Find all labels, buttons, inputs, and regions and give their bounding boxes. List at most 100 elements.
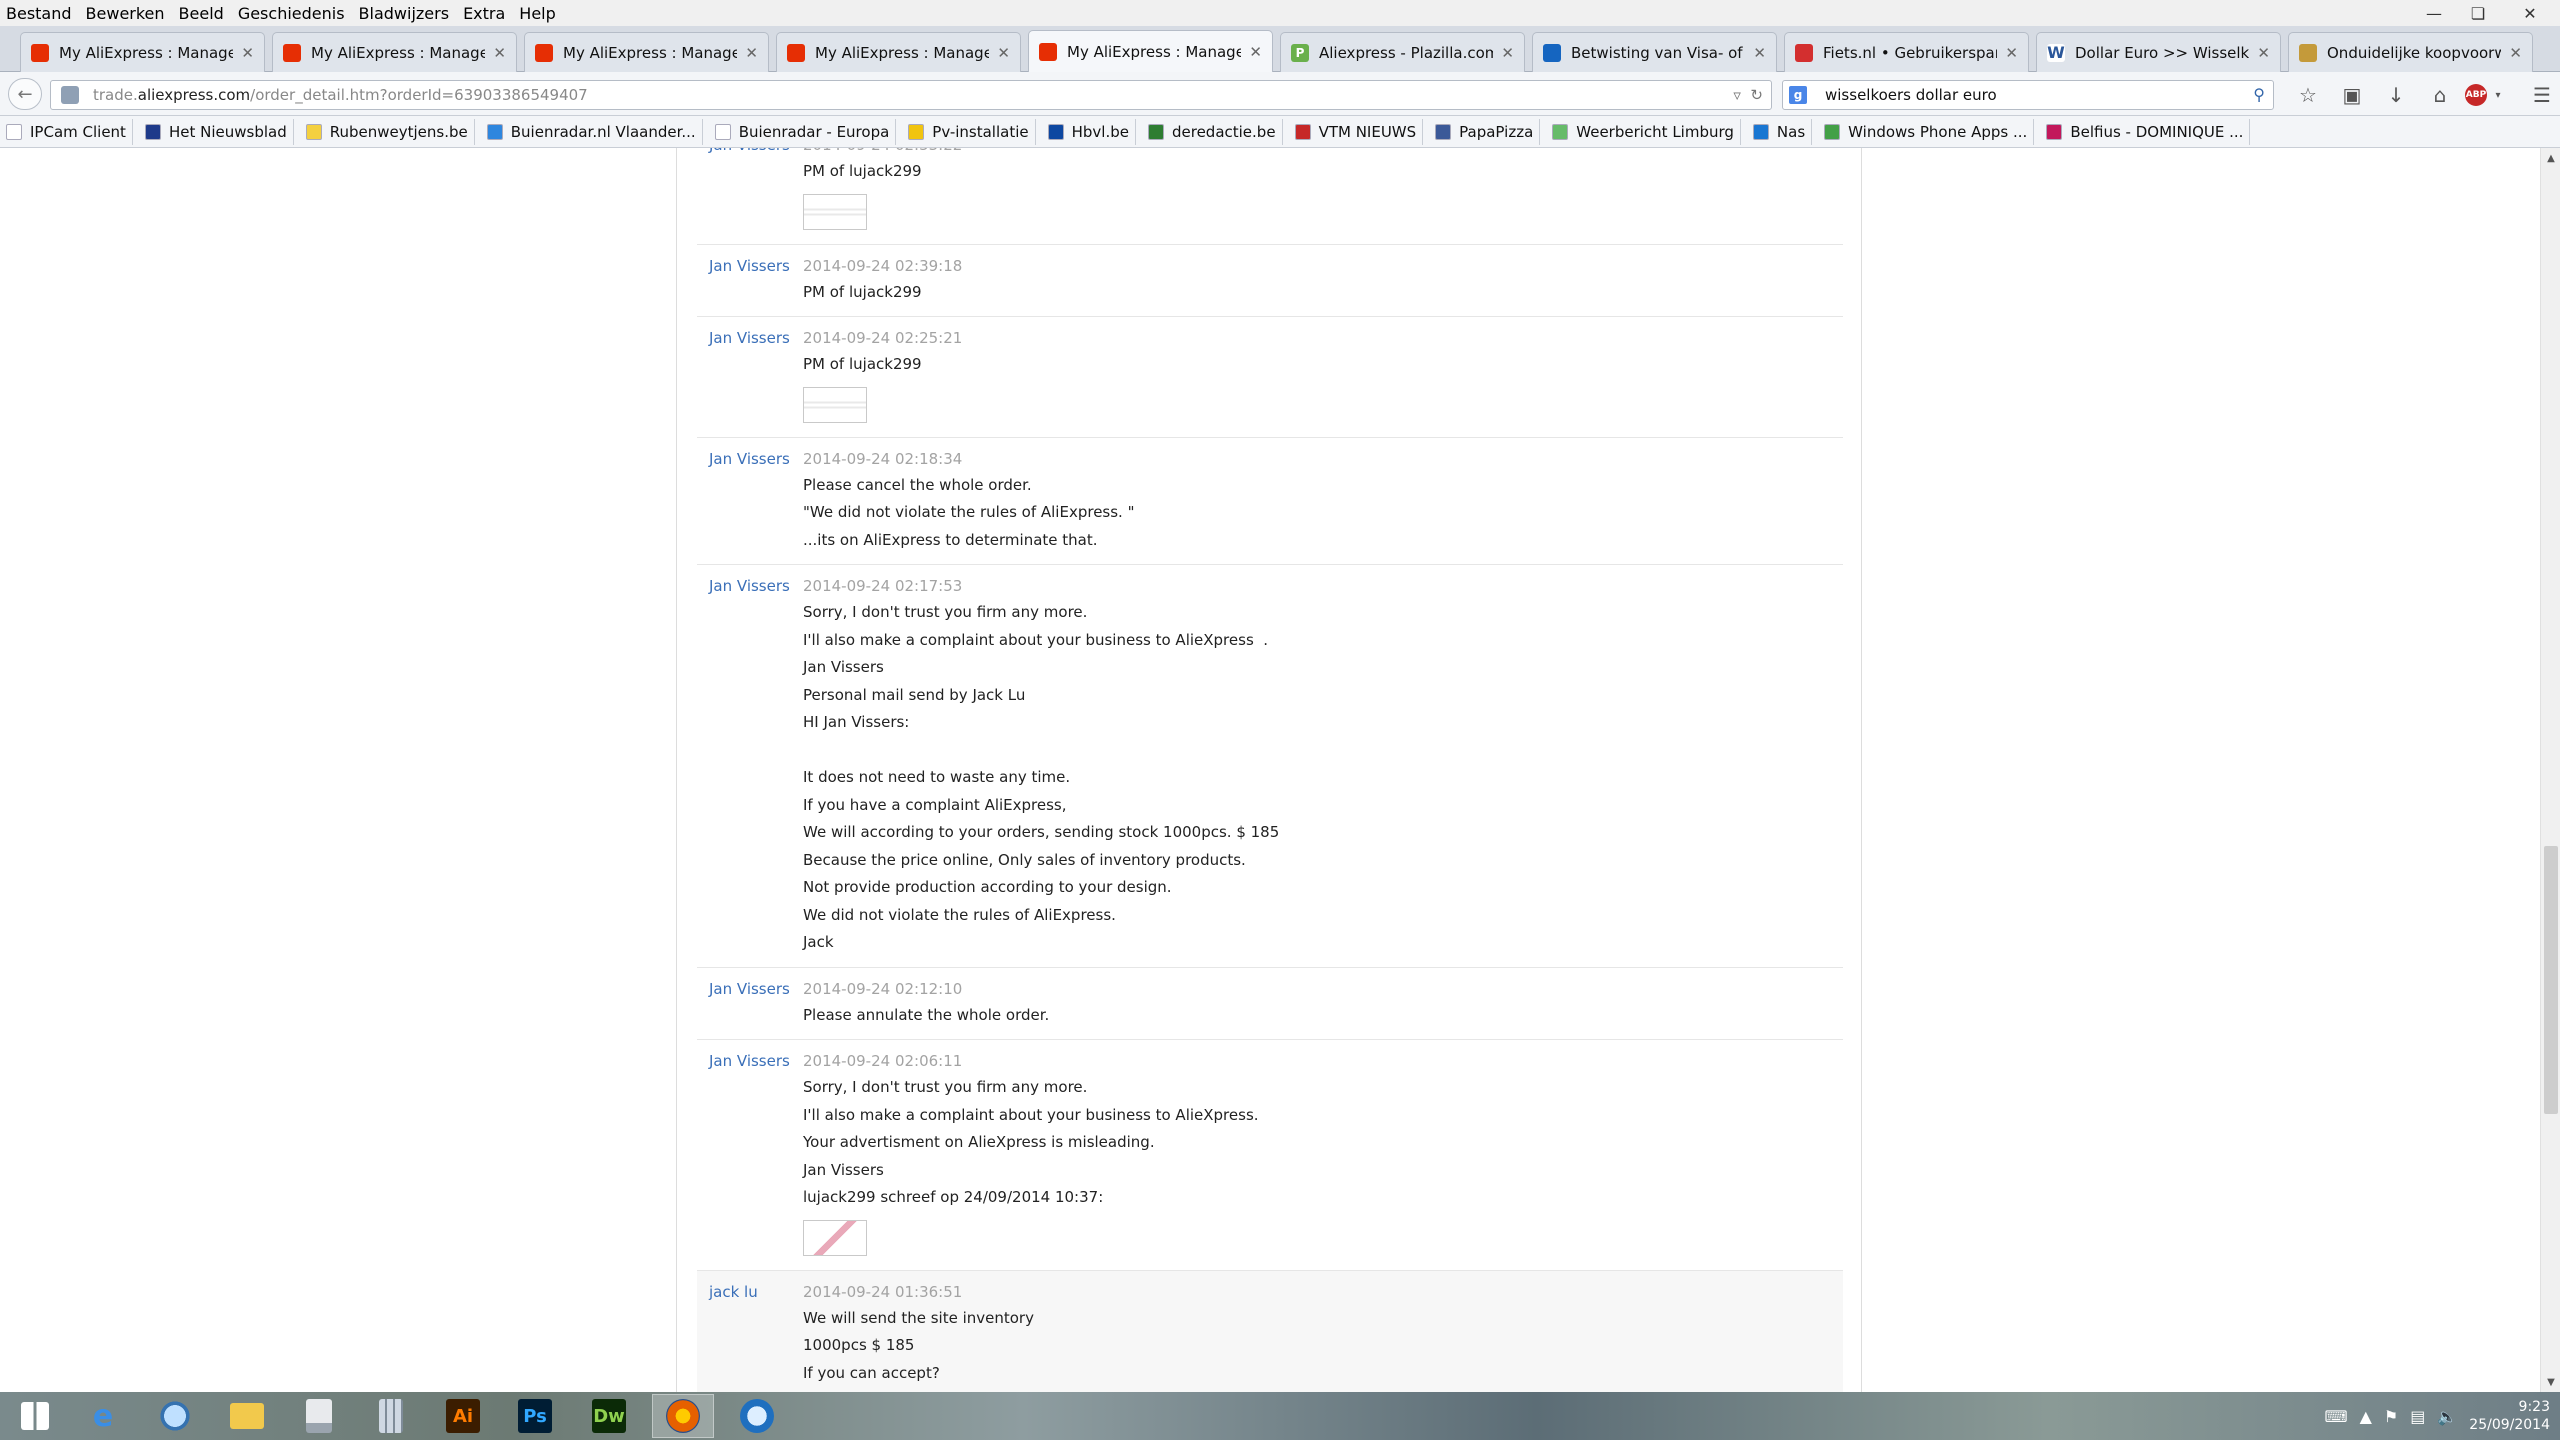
- home-icon[interactable]: ⌂: [2418, 80, 2462, 110]
- message-author-link[interactable]: Jan Vissers: [709, 577, 790, 595]
- minimize-icon[interactable]: —: [2412, 0, 2456, 26]
- calculator-taskbar-button[interactable]: [360, 1394, 422, 1438]
- firefox-taskbar-button[interactable]: [652, 1394, 714, 1438]
- tab-close-icon[interactable]: ✕: [2005, 44, 2018, 62]
- bookmark-7[interactable]: deredactie.be: [1147, 118, 1283, 145]
- menu-geschiedenis[interactable]: Geschiedenis: [238, 4, 345, 23]
- internet-explorer-taskbar-button[interactable]: e: [72, 1394, 134, 1438]
- menu-bewerken[interactable]: Bewerken: [86, 4, 165, 23]
- message-line: Please cancel the whole order.: [803, 475, 1032, 494]
- show-hidden-icon[interactable]: ▲: [2360, 1407, 2372, 1426]
- bookmark-2[interactable]: Rubenweytjens.be: [305, 118, 475, 145]
- search-input[interactable]: g wisselkoers dollar euro ⚲: [1782, 80, 2274, 110]
- bookmark-9[interactable]: PapaPizza: [1435, 118, 1541, 145]
- tab-6[interactable]: Betwisting van Visa- of ... ✕: [1532, 32, 1777, 72]
- menu-bladwijzers[interactable]: Bladwijzers: [359, 4, 450, 23]
- clock[interactable]: 9:23 25/09/2014: [2469, 1398, 2550, 1434]
- tab-2[interactable]: My AliExpress : Manage ... ✕: [524, 32, 769, 72]
- tab-0[interactable]: My AliExpress : Manage ... ✕: [20, 32, 265, 72]
- scroll-down-icon[interactable]: ▼: [2541, 1372, 2560, 1392]
- scrollbar-thumb[interactable]: [2544, 846, 2558, 1114]
- close-window-icon[interactable]: ✕: [2500, 0, 2560, 26]
- menu-beeld[interactable]: Beeld: [179, 4, 224, 23]
- bookmark-11[interactable]: Nas: [1752, 118, 1813, 145]
- message-line: Sorry, I don't trust you firm any more.: [803, 1078, 1088, 1096]
- bookmark-star-icon[interactable]: ☆: [2286, 80, 2330, 110]
- dreamweaver-taskbar-button[interactable]: Dw: [578, 1394, 640, 1438]
- tab-close-icon[interactable]: ✕: [997, 44, 1010, 62]
- bookmark-5[interactable]: Pv-installatie: [908, 118, 1036, 145]
- message-author-link[interactable]: Jan Vissers: [709, 1052, 790, 1070]
- message-author-link[interactable]: Jan Vissers: [709, 450, 790, 468]
- bookmark-12[interactable]: Windows Phone Apps ...: [1824, 118, 2035, 145]
- windows-taskbar-button[interactable]: [4, 1394, 66, 1438]
- illustrator-taskbar-button[interactable]: Ai: [432, 1394, 494, 1438]
- tab-close-icon[interactable]: ✕: [1501, 44, 1514, 62]
- tab-close-icon[interactable]: ✕: [2257, 44, 2270, 62]
- url-prefix: trade.: [93, 86, 138, 104]
- url-bar[interactable]: trade. aliexpress.com/order_detail.htm?or…: [50, 80, 1772, 110]
- bookmark-10[interactable]: Weerbericht Limburg: [1552, 118, 1741, 145]
- vertical-scrollbar[interactable]: ▲ ▼: [2540, 148, 2560, 1392]
- flag-icon[interactable]: ⚑: [2384, 1407, 2398, 1426]
- site-identity-icon[interactable]: [61, 86, 79, 104]
- navigation-bar: ← trade. aliexpress.com/order_detail.htm?…: [0, 72, 2560, 116]
- thunderbird-taskbar-button[interactable]: [726, 1394, 788, 1438]
- message-row: Jan Vissers 2014-09-24 02:06:11 Sorry, I d…: [697, 1040, 1843, 1271]
- tab-title: Fiets.nl • Gebruikerspane...: [1823, 43, 1997, 62]
- message-author-link[interactable]: Jan Vissers: [709, 257, 790, 275]
- bookmark-1[interactable]: Het Nieuwsblad: [144, 118, 294, 145]
- search-taskbar-button[interactable]: [144, 1394, 206, 1438]
- bookmark-6[interactable]: Hbvl.be: [1047, 118, 1136, 145]
- attachment-thumbnail[interactable]: [803, 193, 867, 230]
- menu-extra[interactable]: Extra: [463, 4, 505, 23]
- bookmark-13[interactable]: Belfius - DOMINIQUE ...: [2046, 118, 2251, 145]
- restore-icon[interactable]: ❏: [2456, 0, 2500, 26]
- attachment-thumbnail[interactable]: [803, 1219, 867, 1256]
- message-line: Personal mail send by Jack Lu: [803, 685, 1026, 704]
- tab-close-icon[interactable]: ✕: [493, 44, 506, 62]
- bookmark-label: Pv-installatie: [932, 122, 1029, 141]
- menu-icon[interactable]: ☰: [2520, 80, 2560, 110]
- bookmark-0[interactable]: IPCam Client: [6, 118, 133, 145]
- clipboard-icon[interactable]: ▣: [2330, 80, 2374, 110]
- message-author-link[interactable]: jack lu: [709, 1283, 758, 1301]
- tab-close-icon[interactable]: ✕: [241, 44, 254, 62]
- adblock-icon[interactable]: ABP: [2462, 80, 2490, 110]
- menu-bestand[interactable]: Bestand: [6, 4, 72, 23]
- attachment-thumbnail[interactable]: [803, 386, 867, 423]
- message-author-link[interactable]: Jan Vissers: [709, 980, 790, 998]
- message-line: "We did not violate the rules of AliExpr…: [803, 503, 1135, 521]
- keyboard-icon[interactable]: ⌨: [2325, 1407, 2348, 1426]
- back-arrow-icon[interactable]: ←: [8, 78, 42, 110]
- tab-1[interactable]: My AliExpress : Manage ... ✕: [272, 32, 517, 72]
- tab-8[interactable]: W Dollar Euro >> Wisselko... ✕: [2036, 32, 2281, 72]
- tab-4[interactable]: My AliExpress : Manage ... ✕: [1028, 30, 1273, 72]
- tab-9[interactable]: Onduidelijke koopvoorw... ✕: [2288, 32, 2533, 72]
- scroll-up-icon[interactable]: ▲: [2541, 148, 2560, 168]
- tab-close-icon[interactable]: ✕: [1753, 44, 1766, 62]
- bookmark-4[interactable]: Buienradar - Europa: [714, 118, 897, 145]
- tab-7[interactable]: Fiets.nl • Gebruikerspane... ✕: [1784, 32, 2029, 72]
- tab-5[interactable]: P Aliexpress - Plazilla.com ✕: [1280, 32, 1525, 72]
- search-icon[interactable]: ⚲: [2253, 85, 2265, 104]
- abp-dropdown-icon[interactable]: ▾: [2490, 80, 2506, 110]
- tab-close-icon[interactable]: ✕: [745, 44, 758, 62]
- bookmark-3[interactable]: Buienradar.nl Vlaander...: [486, 118, 703, 145]
- tab-close-icon[interactable]: ✕: [2509, 44, 2522, 62]
- photoshop-icon: Ps: [518, 1399, 552, 1433]
- message-author-link[interactable]: Jan Vissers: [709, 148, 790, 154]
- file-explorer-taskbar-button[interactable]: [216, 1394, 278, 1438]
- google-icon[interactable]: g: [1789, 86, 1807, 104]
- menu-help[interactable]: Help: [519, 4, 555, 23]
- tab-close-icon[interactable]: ✕: [1249, 43, 1262, 61]
- volume-icon[interactable]: 🔈: [2437, 1407, 2457, 1426]
- files-taskbar-button[interactable]: [288, 1394, 350, 1438]
- reload-icon[interactable]: ▿ ↻: [1733, 86, 1763, 104]
- download-icon[interactable]: ↓: [2374, 80, 2418, 110]
- tab-3[interactable]: My AliExpress : Manage ... ✕: [776, 32, 1021, 72]
- network-icon[interactable]: ▤: [2410, 1407, 2425, 1426]
- bookmark-8[interactable]: VTM NIEUWS: [1294, 118, 1424, 145]
- message-author-link[interactable]: Jan Vissers: [709, 329, 790, 347]
- photoshop-taskbar-button[interactable]: Ps: [504, 1394, 566, 1438]
